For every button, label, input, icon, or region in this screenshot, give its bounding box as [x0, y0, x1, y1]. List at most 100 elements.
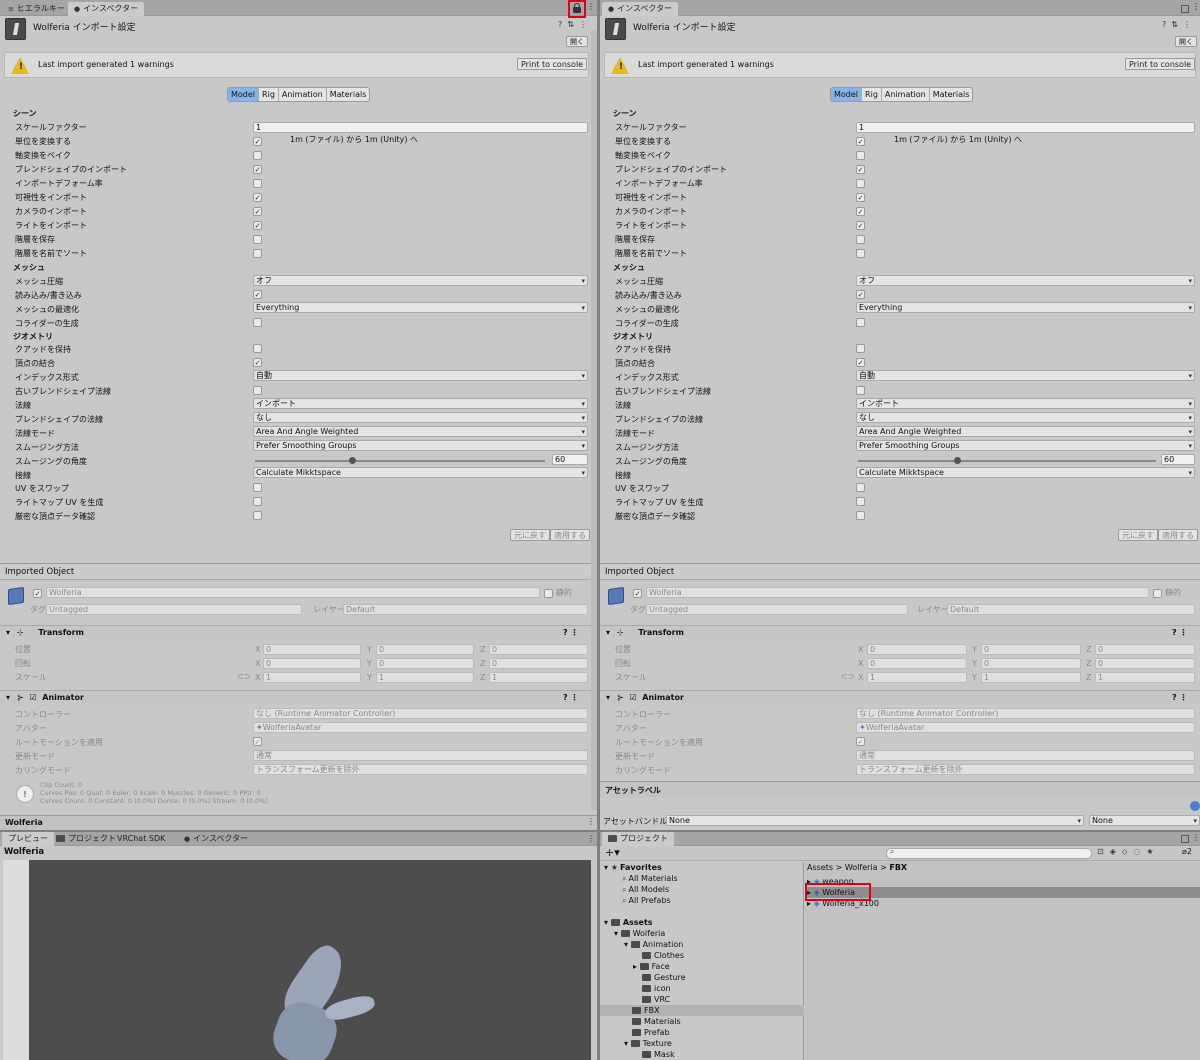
hidden-packages-icon[interactable]: ⌀2	[1182, 847, 1192, 856]
tab-inspector-2[interactable]: ● インスペクター	[178, 832, 254, 846]
import-cameras-checkbox[interactable]: ✓	[856, 207, 865, 216]
smoothing-angle-slider[interactable]	[858, 460, 1156, 462]
smoothing-angle-handle[interactable]	[954, 457, 962, 464]
normals-mode-dropdown[interactable]: Area And Angle Weighted ▾	[856, 426, 1195, 437]
index-format-dropdown[interactable]: 自動 ▾	[856, 370, 1195, 381]
scale-factor-input[interactable]: 1	[856, 122, 1195, 133]
tab-model[interactable]: Model	[228, 88, 260, 101]
help-icon[interactable]: ? ⋮	[563, 626, 578, 640]
pos-z-field[interactable]: 0	[489, 644, 588, 655]
legacy-blendshape-checkbox[interactable]	[856, 386, 865, 395]
search-input[interactable]: ⌕	[886, 847, 1092, 859]
scale-y-field[interactable]: 1	[376, 672, 474, 683]
transform-header[interactable]: ▾ ⊹ Transform ? ⋮	[0, 625, 597, 639]
model-preview-viewport[interactable]	[3, 860, 591, 1060]
unlock-icon[interactable]	[1181, 5, 1189, 13]
strict-vertex-checkbox[interactable]	[856, 511, 865, 520]
header-help-icons[interactable]: ?⇅⋮	[558, 20, 592, 29]
scale-z-field[interactable]: 1	[1095, 672, 1195, 683]
object-name-field[interactable]: Wolferia	[646, 587, 1149, 598]
index-format-dropdown[interactable]: 自動 ▾	[253, 370, 588, 381]
import-lights-checkbox[interactable]: ✓	[856, 221, 865, 230]
tab-inspector-right[interactable]: ● インスペクター	[602, 2, 679, 16]
folder-gesture[interactable]: Gesture	[642, 972, 686, 983]
tangents-dropdown[interactable]: Calculate Mikktspace ▾	[253, 467, 588, 478]
controller-field[interactable]: なし (Runtime Animator Controller)	[253, 708, 588, 719]
smoothing-source-dropdown[interactable]: Prefer Smoothing Groups ▾	[856, 440, 1195, 451]
asset-variant-dropdown[interactable]: None ▾	[1089, 815, 1200, 826]
keep-quads-checkbox[interactable]	[253, 344, 262, 353]
legacy-blendshape-checkbox[interactable]	[253, 386, 262, 395]
pos-y-field[interactable]: 0	[981, 644, 1081, 655]
tab-hierarchy[interactable]: ≡ ヒエラルキー	[2, 2, 71, 16]
open-button[interactable]: 開く	[566, 36, 588, 47]
static-checkbox[interactable]	[1153, 589, 1162, 598]
swap-uv-checkbox[interactable]	[856, 483, 865, 492]
preserve-hierarchy-checkbox[interactable]	[253, 235, 262, 244]
folder-face[interactable]: ▸ Face	[633, 961, 670, 972]
folder-texture[interactable]: ▾ Texture	[624, 1038, 672, 1049]
tab-rig[interactable]: Rig	[862, 88, 882, 101]
menu-dots-icon[interactable]: ⋮	[587, 817, 595, 826]
search-type-icons[interactable]: ⊡◈⬦◌★	[1097, 847, 1160, 857]
import-deform-checkbox[interactable]	[856, 179, 865, 188]
transform-header[interactable]: ▾ ⊹ Transform ? ⋮	[600, 625, 1200, 639]
tab-vrchat-sdk[interactable]: VRChat SDK	[111, 832, 171, 846]
folder-fbx[interactable]: FBX	[600, 1005, 804, 1016]
root-motion-checkbox[interactable]: ✓	[856, 737, 865, 746]
weld-vertices-checkbox[interactable]: ✓	[856, 358, 865, 367]
mesh-compression-dropdown[interactable]: オフ ▾	[253, 275, 588, 286]
asset-bundle-dropdown[interactable]: None ▾	[666, 815, 1084, 826]
weld-vertices-checkbox[interactable]: ✓	[253, 358, 262, 367]
smoothing-source-dropdown[interactable]: Prefer Smoothing Groups ▾	[253, 440, 588, 451]
pos-x-field[interactable]: 0	[263, 644, 361, 655]
folder-vrc[interactable]: VRC	[642, 994, 670, 1005]
sort-hierarchy-checkbox[interactable]	[253, 249, 262, 258]
layer-dropdown[interactable]: Default	[947, 604, 1195, 615]
avatar-field[interactable]: ✦WolferiaAvatar	[253, 722, 588, 733]
print-to-console-button[interactable]: Print to console	[1125, 58, 1196, 70]
help-icon[interactable]: ? ⋮	[1172, 691, 1187, 705]
import-visibility-checkbox[interactable]: ✓	[253, 193, 262, 202]
strict-vertex-checkbox[interactable]	[253, 511, 262, 520]
favorite-all-prefabs[interactable]: ⌕ All Prefabs	[622, 895, 671, 906]
menu-dots-icon[interactable]: ⋮	[587, 834, 595, 843]
rot-z-field[interactable]: 0	[1095, 658, 1195, 669]
menu-dots-icon[interactable]: ⋮	[1192, 2, 1200, 11]
generate-colliders-checkbox[interactable]	[253, 318, 262, 327]
tab-materials[interactable]: Materials	[930, 88, 973, 101]
tag-dropdown[interactable]: Untagged	[46, 604, 302, 615]
lightmap-uv-checkbox[interactable]	[856, 497, 865, 506]
smoothing-angle-slider[interactable]	[255, 460, 545, 462]
avatar-field[interactable]: ✦WolferiaAvatar	[856, 722, 1195, 733]
favorites-root[interactable]: ▾ ★ Favorites	[604, 862, 662, 873]
keep-quads-checkbox[interactable]	[856, 344, 865, 353]
breadcrumb-fbx[interactable]: FBX	[889, 863, 907, 872]
folder-prefab[interactable]: Prefab	[632, 1027, 670, 1038]
generate-colliders-checkbox[interactable]	[856, 318, 865, 327]
menu-dots-icon[interactable]: ⋮	[1192, 833, 1200, 842]
tab-animation[interactable]: Animation	[882, 88, 930, 101]
rot-x-field[interactable]: 0	[867, 658, 967, 669]
import-blendshapes-checkbox[interactable]: ✓	[856, 165, 865, 174]
blendshape-normals-dropdown[interactable]: なし ▾	[856, 412, 1195, 423]
layer-dropdown[interactable]: Default	[343, 604, 588, 615]
static-checkbox[interactable]	[544, 589, 553, 598]
import-cameras-checkbox[interactable]: ✓	[253, 207, 262, 216]
convert-units-checkbox[interactable]: ✓	[856, 137, 865, 146]
scale-z-field[interactable]: 1	[489, 672, 588, 683]
convert-units-checkbox[interactable]: ✓	[253, 137, 262, 146]
smoothing-angle-input[interactable]: 60	[552, 454, 588, 465]
apply-button[interactable]: 適用する	[550, 529, 590, 541]
scale-x-field[interactable]: 1	[263, 672, 361, 683]
revert-button[interactable]: 元に戻す	[510, 529, 550, 541]
import-lights-checkbox[interactable]: ✓	[253, 221, 262, 230]
help-icon[interactable]: ? ⋮	[1172, 626, 1187, 640]
smoothing-angle-input[interactable]: 60	[1161, 454, 1195, 465]
read-write-checkbox[interactable]: ✓	[253, 290, 262, 299]
mesh-compression-dropdown[interactable]: オフ ▾	[856, 275, 1195, 286]
read-write-checkbox[interactable]: ✓	[856, 290, 865, 299]
object-name-field[interactable]: Wolferia	[46, 587, 540, 598]
scale-factor-input[interactable]: 1	[253, 122, 588, 133]
active-checkbox[interactable]: ✓	[33, 589, 42, 598]
